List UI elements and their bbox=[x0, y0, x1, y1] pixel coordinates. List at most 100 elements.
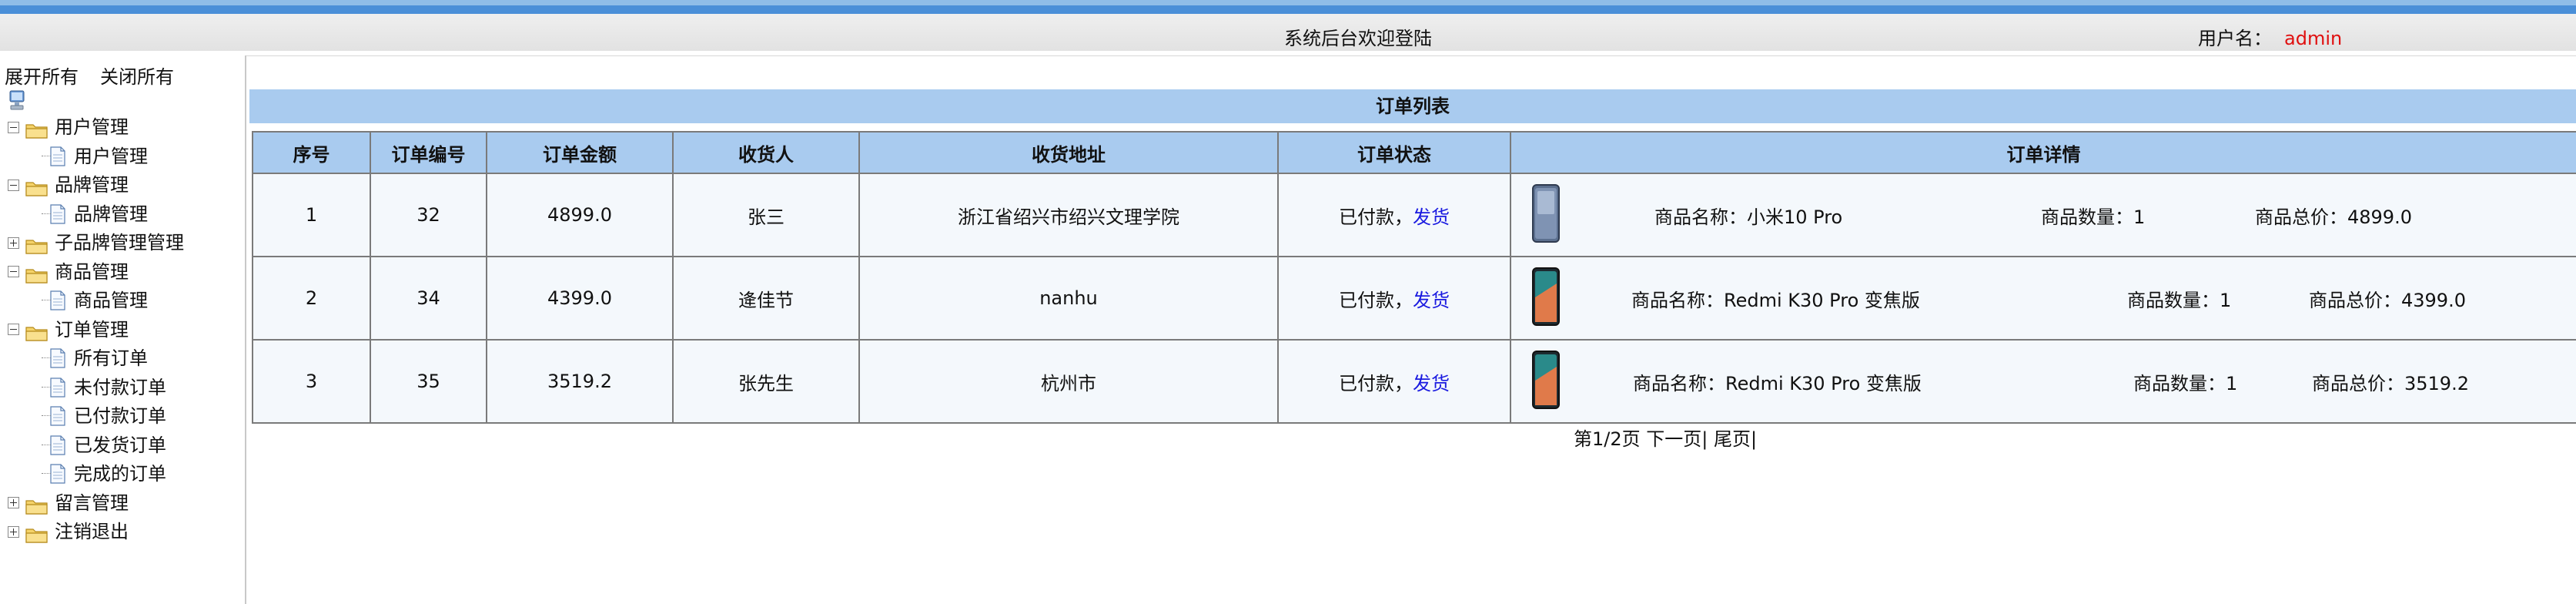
sidebar-item-label: 已付款订单 bbox=[74, 405, 166, 427]
cell-details: 商品名称：Redmi K30 Pro 变焦版 商品数量：1 商品总价：4399.… bbox=[1510, 256, 2576, 341]
product-name: 商品名称：Redmi K30 Pro 变焦版 bbox=[1633, 373, 1922, 394]
sidebar-item[interactable]: 未付款订单 bbox=[49, 373, 166, 401]
user-info: 用户名： admin bbox=[2198, 23, 2342, 50]
sidebar-item[interactable]: 用户管理 bbox=[49, 142, 148, 169]
expand-toggle-icon[interactable] bbox=[8, 237, 19, 249]
cell-amount: 4899.0 bbox=[486, 173, 674, 257]
ship-link[interactable]: 发货 bbox=[1413, 206, 1450, 228]
sidebar-item[interactable]: 完成的订单 bbox=[49, 459, 166, 487]
document-icon bbox=[49, 377, 66, 398]
cell-receiver: 逄佳节 bbox=[672, 256, 860, 341]
cell-order-no: 34 bbox=[370, 256, 487, 341]
top-accent-bar bbox=[0, 0, 2576, 14]
sidebar-item-label: 所有订单 bbox=[74, 347, 148, 369]
cell-receiver: 张先生 bbox=[672, 339, 860, 424]
tree-connector bbox=[42, 357, 51, 358]
folder-icon bbox=[25, 176, 49, 196]
document-icon bbox=[49, 435, 66, 455]
sidebar-item[interactable]: 已付款订单 bbox=[49, 401, 166, 429]
folder-icon bbox=[25, 495, 49, 515]
collapse-toggle-icon[interactable] bbox=[8, 324, 19, 335]
cell-address: 杭州市 bbox=[858, 339, 1279, 424]
tree-connector bbox=[42, 415, 51, 416]
page-info: 第1/2页 bbox=[1574, 428, 1641, 450]
expand-toggle-icon[interactable] bbox=[8, 497, 19, 508]
sidebar-item[interactable]: 所有订单 bbox=[49, 344, 148, 371]
product-thumbnail[interactable] bbox=[1528, 350, 1564, 410]
collapse-toggle-icon[interactable] bbox=[8, 179, 19, 191]
collapse-all-link[interactable]: 关闭所有 bbox=[100, 66, 174, 88]
sidebar-item[interactable]: 商品管理 bbox=[49, 286, 148, 314]
col-header-amount: 订单金额 bbox=[486, 131, 674, 174]
product-quantity: 商品数量：1 bbox=[2041, 206, 2146, 228]
cell-amount: 3519.2 bbox=[486, 339, 674, 424]
cell-amount: 4399.0 bbox=[486, 256, 674, 341]
product-thumbnail[interactable] bbox=[1528, 267, 1564, 327]
sidebar-folder-label: 用户管理 bbox=[55, 116, 129, 138]
expand-toggle-icon[interactable] bbox=[8, 525, 19, 538]
last-page-link[interactable]: 尾页 bbox=[1714, 428, 1751, 450]
cell-index: 2 bbox=[252, 256, 371, 341]
col-header-address: 收货地址 bbox=[858, 131, 1279, 174]
document-icon bbox=[49, 348, 66, 368]
document-icon bbox=[49, 146, 66, 166]
product-quantity: 商品数量：1 bbox=[2133, 373, 2238, 394]
sidebar-folder-label: 商品管理 bbox=[55, 260, 129, 283]
cell-status: 已付款，发货 bbox=[1277, 256, 1511, 341]
cell-details: 商品名称：Redmi K30 Pro 变焦版 商品数量：1 商品总价：3519.… bbox=[1510, 339, 2576, 424]
product-name: 商品名称：小米10 Pro bbox=[1654, 206, 1843, 228]
collapse-toggle-icon[interactable] bbox=[8, 121, 19, 133]
cell-index: 3 bbox=[252, 339, 371, 424]
ship-link[interactable]: 发货 bbox=[1413, 373, 1450, 394]
table-row: 1 32 4899.0 张三 浙江省绍兴市绍兴文理学院 已付款，发货 商品名称：… bbox=[252, 173, 2576, 257]
sidebar-folder-label: 子品牌管理管理 bbox=[55, 232, 184, 253]
folder-icon bbox=[25, 321, 49, 341]
cell-order-no: 35 bbox=[370, 339, 487, 424]
status-text: 已付款， bbox=[1339, 372, 1413, 394]
order-list-caption: 订单列表 bbox=[249, 89, 2576, 123]
sidebar-folder-label: 订单管理 bbox=[55, 318, 129, 341]
col-header-details: 订单详情 bbox=[1510, 131, 2576, 174]
folder-icon bbox=[25, 523, 49, 543]
sidebar-item-label: 商品管理 bbox=[74, 290, 148, 311]
sidebar-folder-item[interactable]: 用户管理 bbox=[8, 112, 129, 140]
main-content: 订单列表 序号 订单编号 订单金额 收货人 收货地址 订单状态 订单详情 1 3… bbox=[246, 55, 2576, 604]
orders-table: 序号 订单编号 订单金额 收货人 收货地址 订单状态 订单详情 1 32 489… bbox=[252, 131, 2576, 424]
sidebar-folder-item[interactable]: 注销退出 bbox=[8, 517, 129, 545]
col-header-order-no: 订单编号 bbox=[370, 131, 487, 174]
col-header-index: 序号 bbox=[252, 131, 371, 174]
sidebar-folder-item[interactable]: 订单管理 bbox=[8, 315, 129, 343]
document-icon bbox=[49, 290, 66, 310]
sidebar-item[interactable]: 已发货订单 bbox=[49, 431, 166, 458]
cell-address: nanhu bbox=[858, 256, 1279, 341]
expand-all-link[interactable]: 展开所有 bbox=[5, 66, 79, 88]
computer-root-icon bbox=[9, 90, 25, 110]
page-title: 系统后台欢迎登陆 bbox=[1284, 28, 1432, 49]
next-page-link[interactable]: 下一页 bbox=[1646, 428, 1701, 450]
sidebar-item-label: 完成的订单 bbox=[74, 463, 166, 485]
sidebar: 展开所有 关闭所有 用户管理 用户管理 品牌管理 品牌管理 子品牌管理管理 商品管理 商品管理… bbox=[0, 55, 246, 604]
username-value[interactable]: admin bbox=[2284, 28, 2342, 49]
product-name: 商品名称：Redmi K30 Pro 变焦版 bbox=[1631, 290, 1920, 311]
cell-receiver: 张三 bbox=[672, 173, 860, 257]
product-thumbnail[interactable] bbox=[1528, 183, 1564, 243]
sidebar-item[interactable]: 品牌管理 bbox=[49, 200, 148, 227]
sidebar-folder-item[interactable]: 留言管理 bbox=[8, 488, 129, 516]
status-text: 已付款， bbox=[1339, 206, 1413, 228]
sidebar-item-label: 品牌管理 bbox=[74, 203, 148, 225]
sidebar-folder-label: 品牌管理 bbox=[55, 174, 129, 196]
ship-link[interactable]: 发货 bbox=[1413, 290, 1450, 311]
product-total: 商品总价：3519.2 bbox=[2312, 373, 2469, 394]
product-quantity: 商品数量：1 bbox=[2127, 290, 2232, 311]
document-icon bbox=[49, 203, 66, 224]
cell-status: 已付款，发货 bbox=[1277, 339, 1511, 424]
sidebar-folder-item[interactable]: 子品牌管理管理 bbox=[8, 228, 184, 256]
sidebar-folder-item[interactable]: 商品管理 bbox=[8, 257, 129, 285]
tree-connector bbox=[42, 473, 51, 474]
product-total: 商品总价：4899.0 bbox=[2255, 206, 2412, 228]
collapse-toggle-icon[interactable] bbox=[8, 266, 19, 277]
cell-index: 1 bbox=[252, 173, 371, 257]
sidebar-folder-item[interactable]: 品牌管理 bbox=[8, 170, 129, 198]
top-accent-inner bbox=[0, 5, 2576, 14]
folder-icon bbox=[25, 234, 49, 254]
